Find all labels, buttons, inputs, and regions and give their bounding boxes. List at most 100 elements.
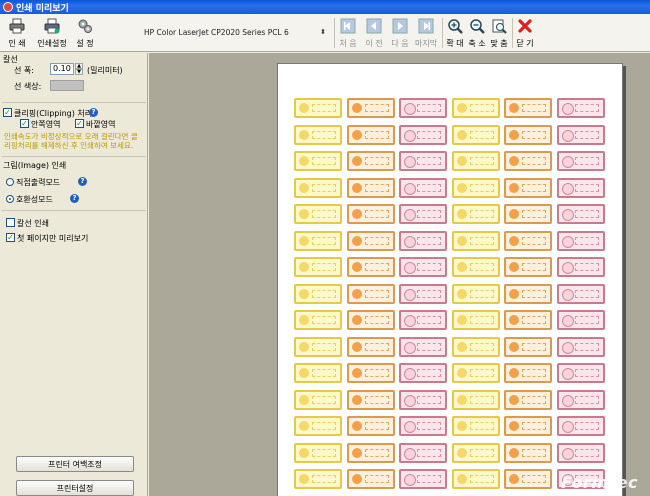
options-panel: 칼선 선 폭: 0.10 ▲ ▼ (밀리미터) 선 색상: ✓ 클리핑(Clip… bbox=[0, 53, 148, 496]
close-label: 닫 기 bbox=[516, 39, 534, 48]
clipping-checkbox[interactable]: ✓ bbox=[3, 108, 12, 117]
label-cell bbox=[294, 124, 342, 145]
label-cell bbox=[451, 442, 500, 463]
label-cell bbox=[346, 151, 395, 171]
zoom-in-label: 확 대 bbox=[446, 39, 464, 48]
label-cell bbox=[399, 151, 447, 171]
preview-area[interactable]: Formtec bbox=[149, 53, 650, 496]
label-cell bbox=[451, 257, 500, 277]
app-icon bbox=[3, 2, 13, 12]
first-page-icon bbox=[340, 18, 356, 34]
divider bbox=[2, 210, 146, 211]
printer-setup-button[interactable]: 프린터설정 bbox=[16, 480, 134, 496]
print-grid-label: 칼선 인쇄 bbox=[17, 219, 49, 228]
next-page-label: 다 음 bbox=[391, 39, 409, 48]
label-cell bbox=[556, 416, 605, 436]
zoom-out-button[interactable]: 축 소 bbox=[466, 16, 488, 50]
first-page-label: 처 음 bbox=[339, 39, 357, 48]
next-page-button[interactable]: 다 음 bbox=[388, 16, 412, 50]
margin-adjust-button[interactable]: 프린터 여백조정 bbox=[16, 456, 134, 472]
spin-down-icon[interactable]: ▼ bbox=[75, 69, 83, 75]
fit-page-icon bbox=[491, 18, 507, 34]
help-icon[interactable]: ? bbox=[78, 177, 87, 186]
label-cell bbox=[399, 310, 447, 330]
line-color-swatch[interactable] bbox=[50, 80, 84, 91]
settings-button[interactable]: 설 정 bbox=[72, 16, 98, 50]
label-cell bbox=[451, 336, 500, 357]
label-cell bbox=[504, 283, 552, 304]
print-setup-button[interactable]: 인쇄설정 bbox=[34, 16, 70, 50]
watermark-logo: Formtec bbox=[561, 473, 638, 492]
arrow-left-icon bbox=[366, 18, 382, 34]
label-cell bbox=[294, 389, 342, 410]
fit-button[interactable]: 맞 춤 bbox=[488, 16, 510, 50]
label-cell bbox=[346, 98, 395, 118]
first-page-only-label: 첫 페이지만 미리보기 bbox=[17, 234, 89, 243]
label-cell bbox=[294, 177, 342, 198]
title-bar: 인쇄 미리보기 bbox=[0, 0, 650, 14]
label-cell bbox=[346, 469, 395, 489]
help-icon[interactable]: ? bbox=[89, 108, 98, 117]
label-cell bbox=[399, 257, 447, 277]
close-icon bbox=[517, 18, 533, 34]
clipping-label: 클리핑(Clipping) 처리 bbox=[14, 109, 93, 118]
help-icon[interactable]: ? bbox=[70, 194, 79, 203]
label-cell bbox=[451, 469, 500, 489]
label-cell bbox=[399, 416, 447, 436]
label-cell bbox=[556, 363, 605, 383]
label-cell bbox=[556, 151, 605, 171]
toolbar-separator bbox=[442, 18, 443, 48]
label-cell bbox=[346, 389, 395, 410]
line-width-unit: (밀리미터) bbox=[87, 66, 123, 75]
clip-inner-checkbox[interactable]: ✓ bbox=[20, 119, 29, 128]
last-page-label: 마지막 bbox=[414, 39, 438, 48]
label-cell bbox=[556, 310, 605, 330]
prev-page-button[interactable]: 이 전 bbox=[362, 16, 386, 50]
printer-select[interactable]: HP Color LaserJet CP2020 Series PCL 6 ⬍ bbox=[140, 24, 330, 40]
clipping-hint: 인쇄속도가 비정상적으로 오래 걸린다면 클리핑처리를 해제하신 후 인쇄하여 … bbox=[4, 132, 138, 150]
gear-icon bbox=[77, 18, 93, 34]
line-width-input[interactable]: 0.10 bbox=[50, 63, 74, 75]
label-cell bbox=[451, 151, 500, 171]
label-cell bbox=[451, 389, 500, 410]
direct-mode-radio[interactable] bbox=[6, 178, 14, 186]
label-cell bbox=[399, 230, 447, 251]
divider bbox=[2, 102, 146, 103]
label-cell bbox=[346, 363, 395, 383]
label-cell bbox=[504, 151, 552, 171]
line-width-spinner[interactable]: ▲ ▼ bbox=[75, 63, 83, 75]
direct-mode-label: 직접출력모드 bbox=[16, 178, 61, 187]
settings-label: 설 정 bbox=[76, 39, 94, 48]
label-cell bbox=[294, 336, 342, 357]
label-cell bbox=[294, 98, 342, 118]
clip-outer-label: 바깥영역 bbox=[86, 120, 116, 129]
clip-outer-checkbox[interactable]: ✓ bbox=[75, 119, 84, 128]
label-cell bbox=[399, 336, 447, 357]
first-page-button[interactable]: 처 음 bbox=[336, 16, 360, 50]
label-cell bbox=[346, 124, 395, 145]
label-cell bbox=[399, 363, 447, 383]
label-cell bbox=[504, 230, 552, 251]
first-page-only-checkbox[interactable]: ✓ bbox=[6, 233, 15, 242]
label-cell bbox=[346, 177, 395, 198]
printer-icon bbox=[9, 18, 25, 34]
compat-mode-radio[interactable] bbox=[6, 195, 14, 203]
label-cell bbox=[451, 98, 500, 118]
last-page-button[interactable]: 마지막 bbox=[412, 16, 440, 50]
label-cell bbox=[504, 389, 552, 410]
label-cell bbox=[504, 336, 552, 357]
label-cell bbox=[399, 98, 447, 118]
print-grid-checkbox[interactable]: ✓ bbox=[6, 218, 15, 227]
label-cell bbox=[504, 416, 552, 436]
label-cell bbox=[294, 257, 342, 277]
prev-page-label: 이 전 bbox=[365, 39, 383, 48]
print-setup-icon bbox=[44, 18, 60, 34]
zoom-in-button[interactable]: 확 대 bbox=[444, 16, 466, 50]
line-color-label: 선 색상: bbox=[14, 82, 42, 91]
label-cell bbox=[294, 416, 342, 436]
compat-mode-label: 호환성모드 bbox=[16, 195, 53, 204]
label-cell bbox=[504, 469, 552, 489]
print-button[interactable]: 인 쇄 bbox=[4, 16, 30, 50]
label-cell bbox=[346, 416, 395, 436]
close-button[interactable]: 닫 기 bbox=[514, 16, 536, 50]
